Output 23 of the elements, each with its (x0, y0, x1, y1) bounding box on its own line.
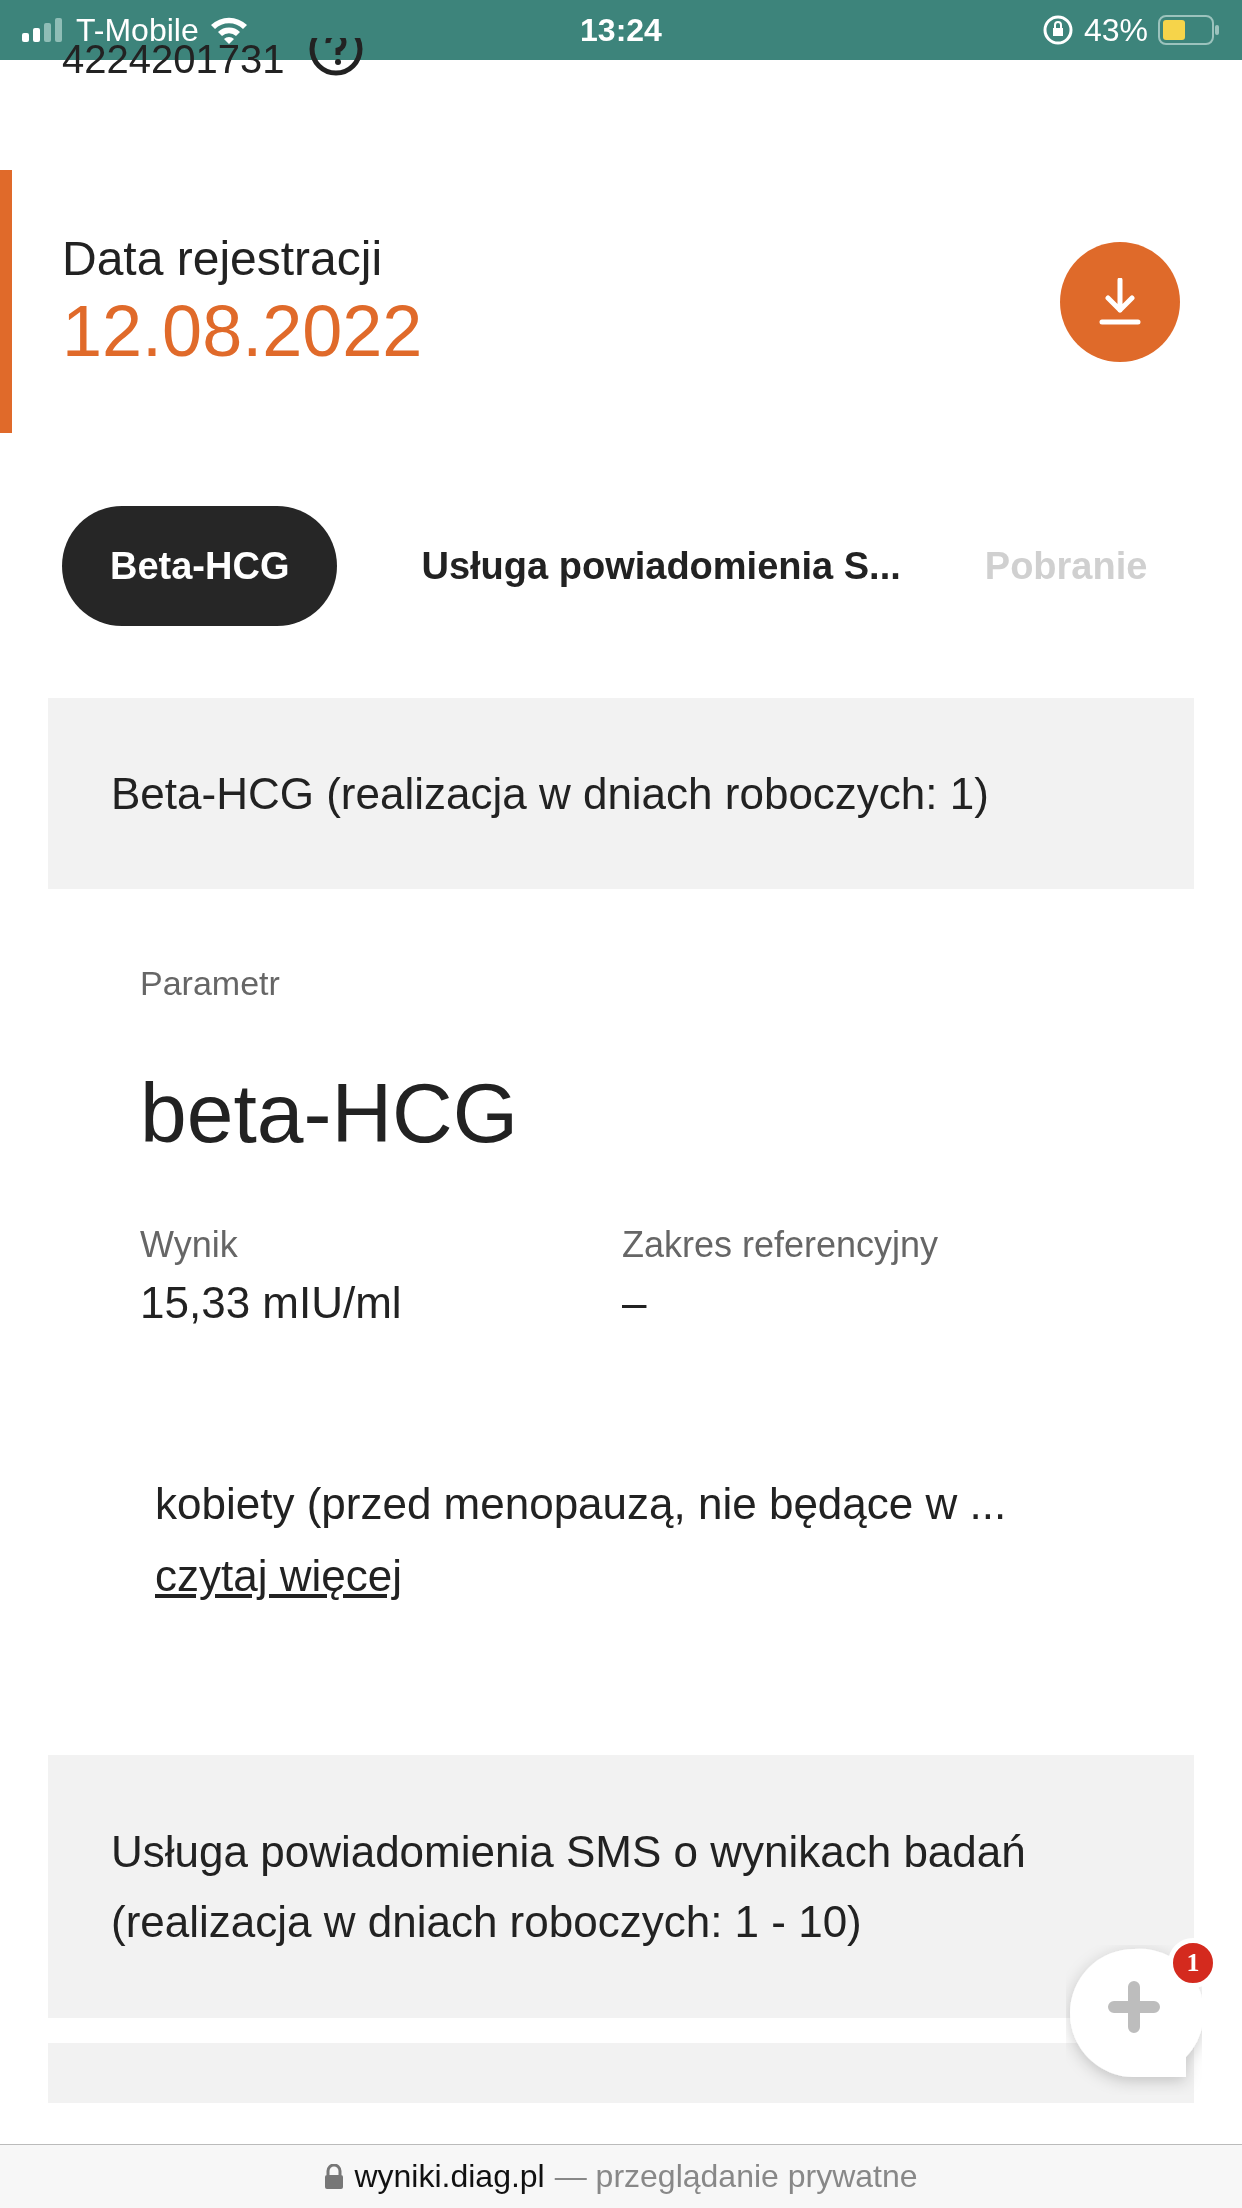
section-title: Usługa powiadomienia SMS o wynikach badań (realizacja w dniach roboczych: 1 - 10) (111, 1825, 1027, 1948)
range-value: – (622, 1278, 648, 1328)
battery-icon (1158, 15, 1220, 45)
clock-time: 13:24 (580, 11, 662, 48)
reference-note: kobiety (przed menopauzą, nie będące w ... (155, 1478, 1008, 1530)
download-icon (1098, 277, 1142, 326)
tab[interactable]: Usługa powiadomienia S... (421, 506, 901, 626)
registration-label: Data rejestracji (62, 231, 384, 286)
parameter-name: beta-HCG (140, 1065, 520, 1162)
range-label: Zakres referencyjny (622, 1224, 940, 1266)
private-browsing-note: — przeglądanie prywatne (554, 2158, 918, 2195)
tab[interactable]: Beta-HCG (62, 506, 338, 626)
battery-percent: 43% (1083, 11, 1148, 49)
result-label: Wynik (140, 1224, 239, 1266)
url-domain[interactable]: wyniki.diag.pl (354, 2158, 545, 2195)
rotation-lock-icon (1041, 14, 1074, 46)
registration-date: 12.08.2022 (62, 290, 423, 372)
parameter-label: Parametr (140, 964, 281, 1003)
section-title: Beta-HCG (realizacja w dniach roboczych: 1) (111, 767, 989, 820)
result-value: 15,33 mIU/ml (140, 1278, 403, 1328)
help-icon[interactable] (308, 38, 365, 77)
lock-icon (324, 2163, 345, 2190)
read-more-link[interactable]: czytaj więcej (155, 1540, 402, 1612)
